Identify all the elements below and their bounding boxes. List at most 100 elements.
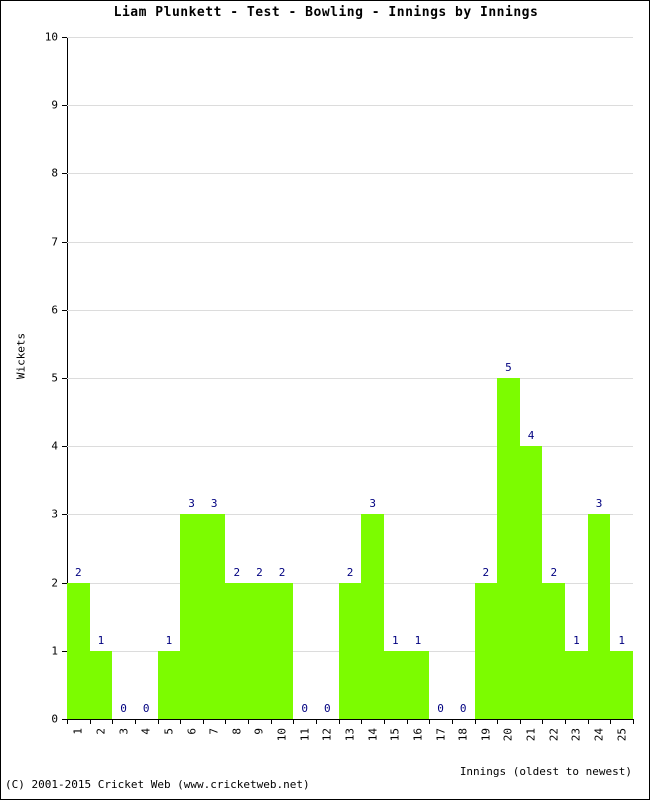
y-axis-tick-label: 6: [51, 303, 58, 317]
bar-value-label: 3: [595, 497, 603, 511]
bar: [383, 650, 407, 719]
x-axis-tick-label: 12: [320, 728, 334, 742]
x-axis-tick-label: 23: [569, 728, 583, 742]
x-axis-tick: [338, 719, 340, 724]
y-axis-tick-label: 9: [51, 98, 58, 112]
x-axis-tick-label: 17: [434, 728, 448, 742]
x-axis-tick: [134, 719, 136, 724]
bar-value-label: 0: [301, 702, 309, 715]
x-axis-tick: [565, 719, 567, 724]
x-axis-tick: [225, 719, 227, 724]
y-axis-tick: [62, 37, 67, 38]
bar-value-label: 0: [120, 702, 127, 715]
bar: [157, 650, 181, 719]
x-axis-tick: [67, 719, 68, 724]
bar-value-label: 2: [550, 565, 558, 579]
x-axis-title: Innings (oldest to newest): [459, 765, 632, 778]
y-axis-title: Wickets: [14, 332, 28, 380]
y-axis-tick-label: 7: [51, 235, 58, 249]
bar-value-label: 0: [437, 702, 444, 715]
bar-value-label: 0: [142, 702, 150, 715]
gridline: [67, 378, 633, 379]
x-axis-tick-label: 13: [343, 728, 357, 742]
bar-value-label: 1: [97, 633, 105, 647]
x-axis-tick-label: 15: [388, 728, 402, 742]
x-axis-tick: [610, 719, 612, 724]
y-axis-tick: [62, 446, 67, 448]
x-axis-tick: [361, 719, 363, 724]
x-axis-tick-label: 1: [71, 728, 85, 735]
y-axis-tick-label: 3: [51, 507, 58, 521]
x-axis-tick-label: 7: [207, 728, 221, 735]
x-axis-tick: [383, 719, 385, 724]
bar-value-label: 2: [482, 565, 490, 579]
bar-value-label: 0: [459, 702, 467, 715]
y-axis-tick-label: 5: [51, 371, 58, 385]
bar-value-label: 0: [324, 702, 331, 715]
bar-value-label: 1: [573, 633, 580, 647]
gridline: [67, 446, 633, 448]
x-axis-tick-label: 11: [298, 728, 312, 742]
x-axis-tick-label: 19: [479, 728, 493, 742]
y-axis-tick: [62, 241, 67, 243]
bar: [361, 514, 384, 719]
x-axis-tick: [180, 719, 182, 724]
bar: [89, 650, 113, 719]
x-axis-tick: [202, 719, 204, 724]
bar-value-label: 3: [369, 497, 376, 511]
bar: [565, 650, 588, 719]
x-axis-tick-label: 16: [411, 728, 425, 742]
bar-value-label: 2: [75, 565, 82, 579]
y-axis-tick: [62, 309, 67, 311]
x-axis-tick-label: 20: [501, 728, 515, 742]
bar: [180, 514, 203, 719]
x-axis-tick-label: 4: [139, 728, 153, 735]
x-axis-tick-label: 10: [275, 728, 289, 742]
x-axis-tick: [406, 719, 408, 724]
x-axis-tick-label: 3: [117, 728, 131, 735]
plot-area: 0 1 2 3 4 5 6 7 8 9 10 2100133222002311002542131 1…: [45, 31, 634, 741]
bar-value-label: 2: [233, 565, 241, 579]
x-axis-tick: [429, 719, 431, 724]
bar: [338, 582, 362, 719]
x-axis-tick: [270, 719, 272, 724]
bar-value-label: 1: [618, 633, 625, 647]
bar: [542, 582, 566, 719]
x-axis-tick-label: 6: [185, 728, 199, 735]
bar-value-label: 1: [165, 633, 173, 647]
x-axis-tick: [497, 719, 499, 724]
x-axis-tick-label: 24: [592, 728, 606, 742]
x-axis-tick: [587, 719, 589, 724]
bar-value-label: 5: [505, 361, 512, 374]
bar: [225, 582, 249, 719]
footer-copyright: (C) 2001-2015 Cricket Web (www.cricketwe…: [5, 778, 310, 791]
y-axis-tick-label: 1: [51, 644, 58, 658]
bar: [519, 446, 543, 719]
y-axis-tick: [62, 378, 67, 379]
x-axis-tick: [293, 719, 295, 724]
y-axis-tick: [62, 173, 67, 175]
x-axis-tick: [474, 719, 476, 724]
x-axis-tick-label: 21: [524, 728, 538, 742]
bar: [248, 582, 271, 719]
chart-title: Liam Plunkett - Test - Bowling - Innings…: [113, 5, 539, 20]
x-axis-tick-label: 14: [366, 728, 380, 742]
y-axis-tick-label: 0: [51, 712, 58, 726]
y-axis-tick: [62, 514, 67, 516]
x-axis-tick: [519, 719, 521, 724]
bar-value-label: 3: [188, 497, 195, 511]
bar-value-label: 4: [527, 429, 535, 443]
bar: [67, 582, 90, 719]
y-axis-tick-label: 4: [51, 439, 58, 453]
x-axis-tick-label: 5: [162, 728, 176, 735]
bar: [610, 650, 633, 719]
x-axis-tick: [157, 719, 159, 724]
bar-value-label: 2: [278, 565, 286, 579]
x-axis-tick-label: 25: [615, 728, 629, 742]
x-axis-tick: [112, 719, 114, 724]
y-axis-tick-label: 8: [51, 166, 58, 180]
bar-value-label: 3: [210, 497, 218, 511]
x-axis-tick-label: 2: [94, 728, 108, 735]
x-axis-tick-label: 18: [456, 728, 470, 742]
gridline: [67, 241, 633, 243]
